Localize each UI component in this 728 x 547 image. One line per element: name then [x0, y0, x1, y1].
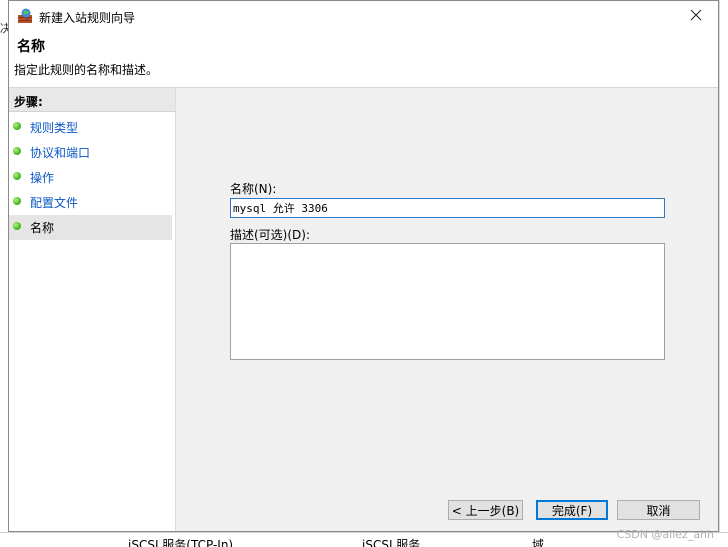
name-input[interactable] — [230, 198, 665, 218]
close-button[interactable] — [674, 1, 718, 31]
step-status-icon — [13, 122, 21, 130]
firewall-icon — [17, 8, 33, 24]
page-description: 指定此规则的名称和描述。 — [14, 63, 159, 77]
content-area: 名称(N): 描述(可选)(D): < 上一步(B) 完成(F) 取消 — [176, 88, 718, 531]
description-textarea[interactable] — [230, 243, 665, 360]
steps-panel: 步骤: 规则类型 协议和端口 操作 配置文件 名称 — [9, 88, 176, 531]
step-profile[interactable]: 配置文件 — [9, 190, 172, 215]
background-left-text: 决 — [0, 22, 8, 35]
steps-heading: 步骤: — [9, 88, 175, 112]
name-label: 名称(N): — [230, 182, 277, 196]
step-label: 协议和端口 — [30, 146, 91, 160]
background-row-group: iSCSI 服务 — [362, 538, 421, 547]
step-action[interactable]: 操作 — [9, 165, 172, 190]
step-status-icon — [13, 197, 21, 205]
page-header: 名称 指定此规则的名称和描述。 — [9, 31, 718, 88]
wizard-body: 步骤: 规则类型 协议和端口 操作 配置文件 名称 名称(N): mysql 允… — [9, 88, 718, 531]
background-row-profile: 域 — [532, 538, 545, 547]
step-label: 配置文件 — [30, 196, 79, 210]
finish-button[interactable]: 完成(F) — [536, 500, 608, 520]
step-status-icon — [13, 222, 21, 230]
page-title: 名称 — [17, 39, 45, 55]
background-row-name: iSCSI 服务(TCP-In) — [128, 538, 234, 547]
cancel-button[interactable]: 取消 — [617, 500, 700, 520]
description-label: 描述(可选)(D): — [230, 228, 311, 242]
window-title: 新建入站规则向导 — [39, 11, 136, 25]
step-name[interactable]: 名称 — [9, 215, 172, 240]
step-label: 规则类型 — [30, 121, 79, 135]
new-inbound-rule-wizard-dialog: 新建入站规则向导 名称 指定此规则的名称和描述。 步骤: 规则类型 协议和端口 — [8, 0, 719, 532]
step-rule-type[interactable]: 规则类型 — [9, 115, 172, 140]
step-status-icon — [13, 147, 21, 155]
step-status-icon — [13, 172, 21, 180]
close-icon — [690, 9, 702, 24]
step-label: 名称 — [30, 221, 55, 235]
step-label: 操作 — [30, 171, 55, 185]
title-bar[interactable]: 新建入站规则向导 — [9, 1, 718, 31]
step-protocol-and-ports[interactable]: 协议和端口 — [9, 140, 172, 165]
back-button[interactable]: < 上一步(B) — [448, 500, 523, 520]
background-right-edge — [719, 0, 728, 546]
watermark-text: CSDN @aliez_ahh — [616, 528, 714, 541]
